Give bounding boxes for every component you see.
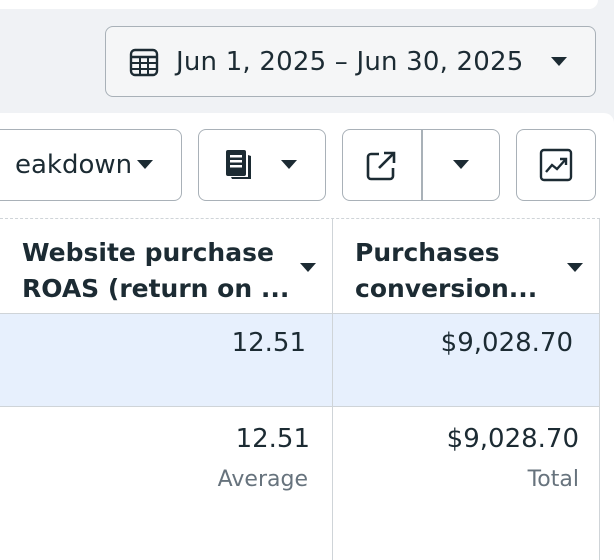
column-header-purchases-conversion[interactable]: Purchases conversion... — [333, 219, 600, 313]
summary-value: 12.51 — [235, 424, 310, 454]
export-icon — [365, 150, 397, 186]
charts-button[interactable] — [516, 129, 596, 201]
chevron-down-icon[interactable] — [453, 160, 469, 169]
chevron-down-icon — [551, 57, 567, 66]
reporting-panel: eakdown Website purchase ROAS (return on… — [0, 113, 614, 560]
metrics-table: Website purchase ROAS (return on ... Pur… — [0, 218, 600, 560]
summary-label: Average — [217, 467, 308, 492]
calendar-icon — [128, 46, 160, 78]
sort-caret-icon[interactable] — [567, 263, 583, 272]
summary-cell: $9,028.70 Total — [333, 407, 600, 560]
table-cell: $9,028.70 — [333, 314, 600, 407]
export-button[interactable] — [342, 129, 500, 201]
table-cell: 12.51 — [0, 314, 333, 407]
breakdown-label: eakdown — [15, 150, 133, 180]
date-range-picker[interactable]: Jun 1, 2025 – Jun 30, 2025 — [105, 26, 596, 97]
column-header-website-purchase-roas[interactable]: Website purchase ROAS (return on ... — [0, 219, 333, 313]
reports-icon — [222, 148, 256, 186]
date-range-label: Jun 1, 2025 – Jun 30, 2025 — [176, 46, 524, 77]
chevron-down-icon — [281, 160, 297, 169]
column-header-line: Website purchase — [22, 238, 274, 267]
cell-value: $9,028.70 — [440, 328, 573, 358]
column-header-line: conversion... — [355, 274, 538, 303]
table-row[interactable]: 12.51 $9,028.70 — [0, 314, 600, 407]
chevron-down-icon — [137, 160, 153, 169]
summary-cell: 12.51 Average — [0, 407, 333, 560]
summary-row: 12.51 Average $9,028.70 Total — [0, 407, 600, 560]
chart-trend-icon — [539, 148, 573, 186]
breakdown-button[interactable]: eakdown — [0, 129, 182, 201]
column-header-line: Purchases — [355, 238, 500, 267]
summary-value: $9,028.70 — [446, 424, 579, 454]
summary-label: Total — [527, 467, 579, 492]
reports-button[interactable] — [198, 129, 326, 201]
cell-value: 12.51 — [231, 328, 306, 358]
sort-caret-icon[interactable] — [300, 263, 316, 272]
top-panel-edge — [0, 0, 598, 9]
table-header: Website purchase ROAS (return on ... Pur… — [0, 218, 600, 314]
split-divider — [421, 130, 423, 200]
column-header-line: ROAS (return on ... — [22, 274, 290, 303]
